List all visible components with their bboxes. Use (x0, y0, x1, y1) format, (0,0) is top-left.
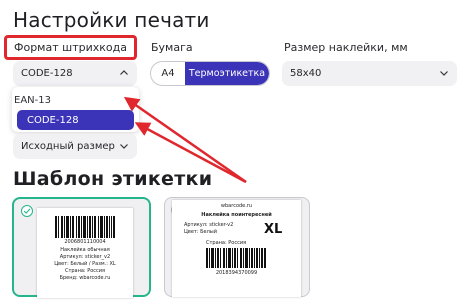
sticker-line: Страна: Россия (64, 268, 106, 274)
sticker-size-select[interactable]: 58x40 (282, 61, 457, 86)
sticker-line: Бренд: wbarcode.ru (59, 275, 111, 281)
dropdown-option-ean13[interactable]: EAN-13 (14, 95, 51, 106)
barcode-format-value: CODE-128 (21, 68, 73, 79)
chevron-down-icon (120, 144, 128, 149)
print-settings-title: Настройки печати (13, 8, 210, 32)
sticker-name: Наклейка поинтересней (201, 212, 272, 218)
barcode-format-label: Формат штрихкода (14, 41, 127, 54)
original-size-value: Исходный размер (21, 141, 115, 152)
sticker-color: Цвет: Белый (184, 229, 217, 235)
sticker-preview: wbarcode.ru Наклейка поинтересней Артику… (172, 200, 301, 297)
barcode-format-select[interactable]: CODE-128 (13, 61, 137, 86)
sticker-country: Страна: Россия (206, 240, 247, 246)
sticker-preview: 2006801110004 Наклейка обычная Артикул: … (37, 208, 133, 298)
sticker-site: wbarcode.ru (220, 203, 253, 209)
barcode-number: 2006801110004 (64, 239, 106, 245)
sticker-line: Артикул: sticker_v2 (59, 254, 111, 260)
check-icon (21, 205, 33, 217)
barcode-number: 2018394370099 (215, 270, 258, 276)
sticker-article: Артикул: sticker-v2 (184, 222, 234, 228)
paper-option-thermolabel[interactable]: Термоэтикетка (185, 62, 269, 85)
sticker-size-label: Размер наклейки, мм (284, 41, 408, 54)
sticker-size: XL (264, 222, 283, 237)
paper-option-a4[interactable]: A4 (151, 62, 185, 85)
template-card-2[interactable]: wbarcode.ru Наклейка поинтересней Артику… (164, 197, 310, 297)
template-card-1[interactable]: 2006801110004 Наклейка обычная Артикул: … (12, 197, 151, 298)
original-size-select[interactable]: Исходный размер (13, 134, 137, 159)
paper-label: Бумага (151, 41, 193, 54)
template-title: Шаблон этикетки (13, 168, 213, 190)
dropdown-option-code128[interactable]: CODE-128 (17, 110, 134, 130)
barcode-image (206, 248, 266, 268)
chevron-down-icon (440, 71, 448, 76)
paper-segmented-control: A4 Термоэтикетка (150, 61, 270, 86)
chevron-up-icon (120, 70, 128, 75)
barcode-image (55, 216, 115, 238)
sticker-line: Наклейка обычная (60, 247, 110, 253)
sticker-size-value: 58x40 (290, 68, 322, 79)
sticker-line: Цвет: Белый / Разм.: XL (54, 261, 116, 267)
